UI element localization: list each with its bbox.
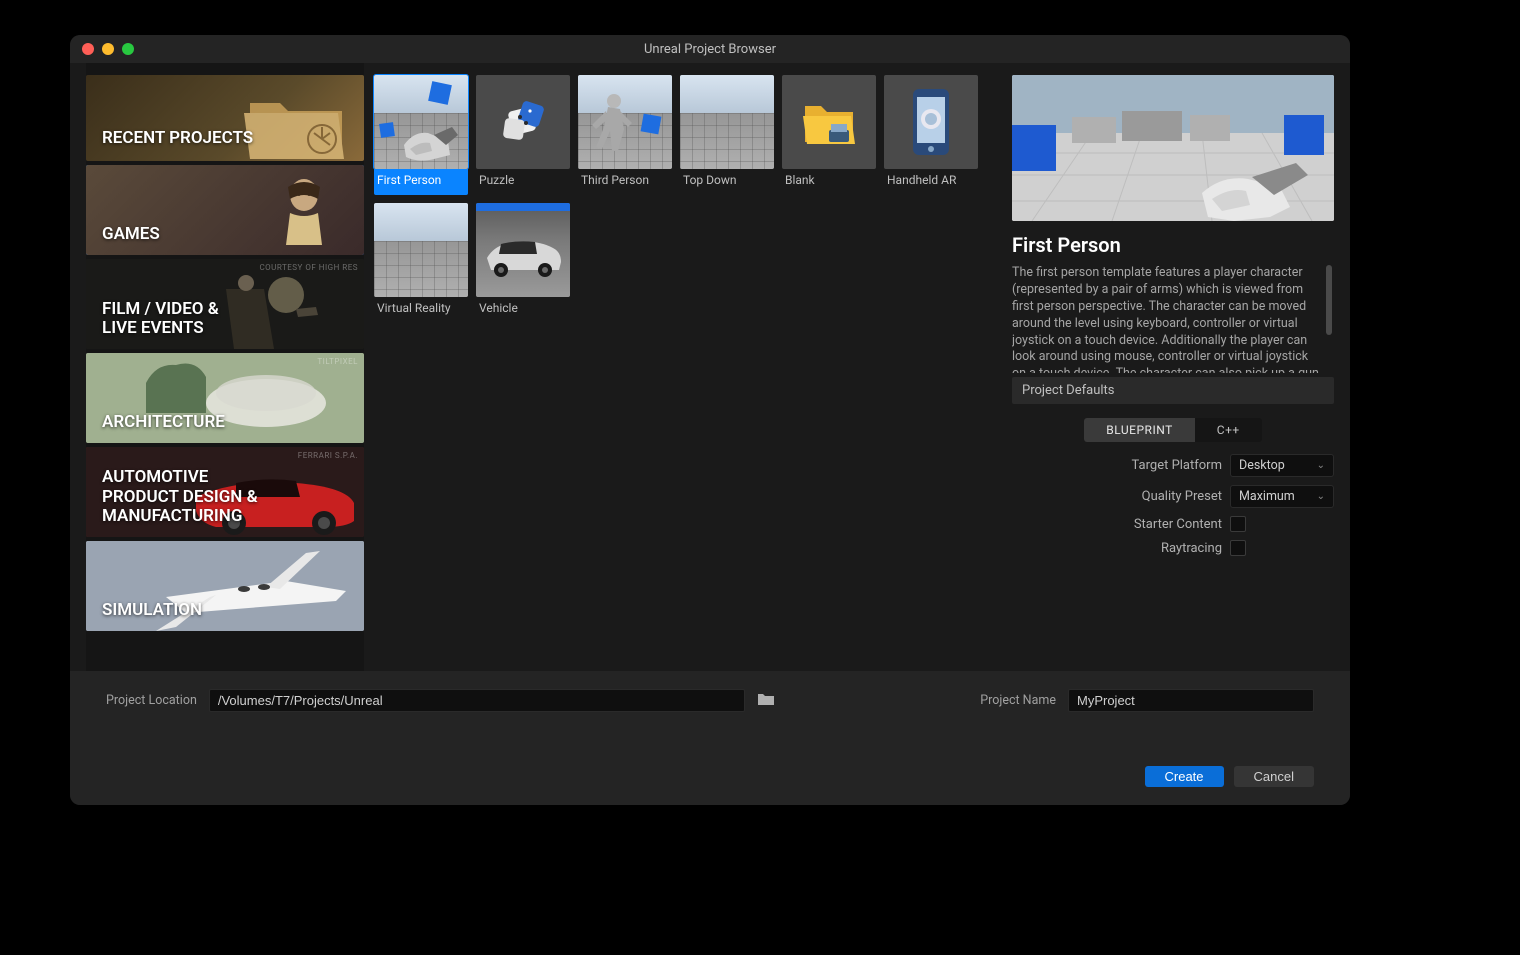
quality-preset-dropdown[interactable]: Maximum ⌄ (1230, 485, 1334, 508)
templates-grid: First Person Puzzle (364, 63, 1004, 671)
template-description: The first person template features a pla… (1012, 265, 1334, 373)
template-label: Virtual Reality (374, 297, 468, 323)
target-platform-dropdown[interactable]: Desktop ⌄ (1230, 454, 1334, 477)
phone-ar-icon (907, 87, 955, 157)
category-label: FILM / VIDEO & LIVE EVENTS (102, 300, 219, 339)
main-area: RECENT PROJECTS GAMES (70, 63, 1350, 671)
code-type-toggle: BLUEPRINT C++ (1012, 418, 1334, 442)
template-label: Blank (782, 169, 876, 195)
target-platform-label: Target Platform (1132, 458, 1223, 473)
quality-preset-label: Quality Preset (1142, 489, 1222, 504)
category-games[interactable]: GAMES (86, 165, 364, 255)
category-architecture[interactable]: TILTPIXEL ARCHITECTURE (86, 353, 364, 443)
project-browser-window: Unreal Project Browser RECENT PROJECTS (70, 35, 1350, 805)
project-location-input[interactable] (209, 689, 745, 712)
starter-content-label: Starter Content (1134, 517, 1222, 532)
template-handheld-ar[interactable]: Handheld AR (884, 75, 978, 195)
toggle-cpp[interactable]: C++ (1195, 418, 1262, 442)
category-simulation[interactable]: SIMULATION (86, 541, 364, 631)
detail-panel: First Person The first person template f… (1004, 63, 1334, 671)
template-label: Puzzle (476, 169, 570, 195)
watermark-text: COURTESY OF HIGH RES (259, 263, 358, 272)
cancel-button[interactable]: Cancel (1234, 766, 1314, 787)
project-settings: Target Platform Desktop ⌄ Quality Preset… (1012, 454, 1334, 556)
toggle-blueprint[interactable]: BLUEPRINT (1084, 418, 1195, 442)
raytracing-label: Raytracing (1161, 541, 1222, 556)
folder-icon (234, 83, 354, 161)
template-vehicle[interactable]: Vehicle (476, 203, 570, 323)
close-window-button[interactable] (82, 43, 94, 55)
template-label: Third Person (578, 169, 672, 195)
watermark-text: FERRARI S.P.A. (298, 451, 358, 460)
mannequin-icon (578, 75, 672, 169)
dropdown-value: Desktop (1239, 458, 1285, 473)
scrollbar-thumb[interactable] (1326, 265, 1332, 335)
template-first-person[interactable]: First Person (374, 75, 468, 195)
category-label: GAMES (102, 225, 160, 245)
template-detail-title: First Person (1012, 233, 1334, 257)
template-blank[interactable]: Blank (782, 75, 876, 195)
category-label: ARCHITECTURE (102, 413, 225, 433)
template-preview-image (1012, 75, 1334, 221)
template-puzzle[interactable]: Puzzle (476, 75, 570, 195)
category-label: SIMULATION (102, 601, 202, 621)
raytracing-checkbox[interactable] (1230, 540, 1246, 556)
template-virtual-reality[interactable]: Virtual Reality (374, 203, 468, 323)
category-automotive[interactable]: FERRARI S.P.A. AUTOMOTIVE PRODUCT DESIGN… (86, 447, 364, 537)
first-person-arms-icon (374, 75, 468, 169)
blank-folder-icon (801, 98, 857, 146)
window-controls (70, 43, 134, 55)
template-label: Handheld AR (884, 169, 978, 195)
project-name-label: Project Name (980, 693, 1056, 708)
car-icon (481, 232, 565, 278)
create-button[interactable]: Create (1145, 766, 1224, 787)
window-title: Unreal Project Browser (644, 42, 776, 57)
watermark-text: TILTPIXEL (317, 357, 358, 366)
maximize-window-button[interactable] (122, 43, 134, 55)
template-label: Vehicle (476, 297, 570, 323)
starter-content-checkbox[interactable] (1230, 516, 1246, 532)
template-label: First Person (374, 169, 468, 195)
project-defaults-header: Project Defaults (1012, 377, 1334, 404)
project-location-label: Project Location (106, 693, 197, 708)
category-label: RECENT PROJECTS (102, 129, 253, 149)
dropdown-value: Maximum (1239, 489, 1295, 504)
puzzle-icon (476, 75, 570, 169)
category-recent-projects[interactable]: RECENT PROJECTS (86, 75, 364, 161)
character-illustration (264, 173, 344, 247)
titlebar: Unreal Project Browser (70, 35, 1350, 63)
category-sidebar: RECENT PROJECTS GAMES (86, 63, 364, 671)
project-name-input[interactable] (1068, 689, 1314, 712)
category-film-video[interactable]: COURTESY OF HIGH RES FILM / VIDEO & LIVE… (86, 259, 364, 349)
browse-folder-icon[interactable] (757, 691, 775, 710)
template-third-person[interactable]: Third Person (578, 75, 672, 195)
template-description-scroll[interactable]: The first person template features a pla… (1012, 265, 1334, 373)
category-label: AUTOMOTIVE PRODUCT DESIGN & MANUFACTURIN… (102, 468, 258, 527)
template-top-down[interactable]: Top Down (680, 75, 774, 195)
chevron-down-icon: ⌄ (1317, 460, 1325, 471)
minimize-window-button[interactable] (102, 43, 114, 55)
chevron-down-icon: ⌄ (1317, 491, 1325, 502)
template-label: Top Down (680, 169, 774, 195)
footer-area: Project Location Project Name Create Can… (70, 671, 1350, 805)
